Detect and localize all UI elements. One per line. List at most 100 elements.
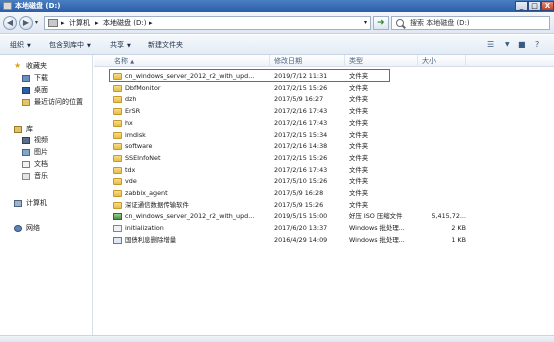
- chevron-down-icon: ▼: [27, 43, 31, 49]
- breadcrumb-drive-d[interactable]: 本地磁盘 (D:): [103, 19, 146, 28]
- command-toolbar: 组织 ▼ 包含到库中 ▼ 共享 ▼ 新建文件夹 ☰ ▼ ■ ?: [0, 35, 554, 55]
- nav-label: 图片: [34, 148, 48, 156]
- file-size: [422, 130, 466, 141]
- refresh-icon: ➜: [377, 18, 385, 28]
- refresh-button[interactable]: ➜: [373, 16, 389, 30]
- folder-row[interactable]: ErSR 2017/2/16 17:43 文件夹: [94, 106, 554, 117]
- folder-row[interactable]: software 2017/2/16 14:38 文件夹: [94, 141, 554, 152]
- breadcrumb-separator[interactable]: ▸: [149, 19, 153, 28]
- view-dropdown-icon[interactable]: ▼: [505, 39, 510, 51]
- search-input[interactable]: 搜索 本地磁盘 (D:): [410, 19, 470, 28]
- new-folder-button[interactable]: 新建文件夹: [148, 40, 183, 50]
- file-date-modified: 2017/5/10 15:26: [274, 177, 328, 186]
- batch-file-icon: [113, 225, 122, 233]
- include-in-library-label: 包含到库中: [49, 41, 84, 49]
- folder-icon: [113, 143, 122, 151]
- file-date-modified: 2017/5/9 15:26: [274, 200, 324, 209]
- breadcrumb-separator[interactable]: ▸: [95, 19, 99, 28]
- file-type: 文件夹: [349, 153, 369, 162]
- nav-label: 收藏夹: [26, 62, 47, 70]
- navigation-pane: ★ 收藏夹 下载 桌面 最近访问的位置 库 视频 图片 文档 音乐 计算机 网络: [0, 55, 93, 335]
- folder-row[interactable]: imdisk 2017/2/15 15:34 文件夹: [94, 130, 554, 141]
- folder-icon: [113, 201, 122, 209]
- music-library-icon: [22, 173, 30, 180]
- breadcrumb-separator[interactable]: ▸: [61, 19, 65, 28]
- folder-icon: [113, 73, 122, 80]
- file-date-modified: 2017/2/16 14:38: [274, 142, 328, 151]
- forward-button[interactable]: ▶: [19, 16, 33, 30]
- folder-icon: [113, 131, 122, 139]
- minimize-button[interactable]: _: [515, 1, 528, 11]
- sort-ascending-icon: ▲: [130, 59, 135, 65]
- folder-icon: [113, 190, 122, 197]
- maximize-button[interactable]: □: [528, 1, 541, 11]
- folder-row[interactable]: tdx 2017/2/16 17:43 文件夹: [94, 165, 554, 176]
- file-row[interactable]: 国债利息删除增量 2016/4/29 14:09 Windows 批处理... 1 K…: [94, 235, 554, 246]
- search-icon: [396, 19, 404, 27]
- file-type: 文件夹: [349, 165, 369, 174]
- file-date-modified: 2016/4/29 14:09: [274, 235, 328, 244]
- folder-row[interactable]: SSEInfoNet 2017/2/15 15:26 文件夹: [94, 153, 554, 164]
- file-name: cn_windows_server_2012_r2_with_upd...: [125, 72, 255, 80]
- file-size: 1 KB: [451, 235, 466, 244]
- batch-file-icon: [113, 236, 122, 244]
- help-icon[interactable]: ?: [535, 39, 539, 51]
- back-button[interactable]: ◀: [3, 16, 17, 30]
- column-header-name[interactable]: 名称 ▲: [94, 55, 270, 67]
- folder-row[interactable]: zabbix_agent 2017/5/9 16:28 文件夹: [94, 188, 554, 199]
- file-date-modified: 2019/5/15 15:00: [274, 212, 328, 221]
- share-label: 共享: [110, 41, 124, 49]
- computer-icon: [48, 19, 58, 27]
- folder-row[interactable]: DbfMonitor 2017/2/15 15:26 文件夹: [94, 83, 554, 94]
- folder-row[interactable]: hx 2017/2/16 17:43 文件夹: [94, 118, 554, 129]
- file-date-modified: 2017/2/16 17:43: [274, 107, 328, 116]
- file-type: 文件夹: [349, 142, 369, 151]
- address-bar[interactable]: ▸ 计算机 ▸ 本地磁盘 (D:) ▸ ▾: [44, 16, 371, 30]
- folder-icon: [113, 166, 122, 174]
- file-type: 文件夹: [349, 107, 369, 116]
- include-in-library-button[interactable]: 包含到库中 ▼: [49, 40, 91, 51]
- window-title: 本地磁盘 (D:): [15, 2, 61, 10]
- column-header-type[interactable]: 类型: [345, 55, 418, 67]
- address-dropdown-icon[interactable]: ▾: [364, 19, 367, 26]
- recent-pages-dropdown-icon[interactable]: ▾: [35, 19, 38, 26]
- folder-icon: [113, 84, 122, 92]
- file-size: [422, 106, 466, 117]
- downloads-folder-icon: [22, 75, 30, 82]
- preview-pane-icon[interactable]: ■: [518, 39, 526, 51]
- view-options-icon[interactable]: ☰: [487, 39, 494, 51]
- recent-places-icon: [22, 99, 30, 106]
- nav-label: 文档: [34, 160, 48, 168]
- close-button[interactable]: X: [541, 1, 554, 11]
- file-size: [422, 176, 466, 187]
- column-header-size[interactable]: 大小: [418, 55, 466, 67]
- breadcrumb-computer[interactable]: 计算机: [69, 19, 90, 28]
- folder-row[interactable]: dzh 2017/5/9 16:27 文件夹: [94, 94, 554, 105]
- desktop-icon: [22, 87, 30, 94]
- file-row[interactable]: initialization 2017/6/20 13:37 Windows 批处理…: [94, 223, 554, 234]
- folder-icon: [113, 108, 122, 116]
- file-size: 2 KB: [451, 224, 466, 233]
- file-type: Windows 批处理...: [349, 224, 405, 233]
- file-size: [422, 118, 466, 129]
- file-name: software: [125, 142, 153, 151]
- column-header-name-label: 名称: [114, 57, 128, 65]
- file-date-modified: 2017/2/15 15:34: [274, 130, 328, 139]
- folder-row[interactable]: vde 2017/5/10 15:26 文件夹: [94, 176, 554, 187]
- computer-icon: [14, 200, 22, 207]
- pictures-library-icon: [22, 149, 30, 156]
- documents-library-icon: [22, 161, 30, 168]
- search-box[interactable]: 搜索 本地磁盘 (D:): [391, 16, 550, 30]
- file-name: initialization: [125, 224, 164, 233]
- folder-row[interactable]: 深证通信数据传输软件 2017/5/9 15:26 文件夹: [94, 200, 554, 211]
- column-header-date[interactable]: 修改日期: [270, 55, 345, 67]
- organize-button[interactable]: 组织 ▼: [10, 40, 31, 51]
- file-date-modified: 2017/2/15 15:26: [274, 83, 328, 92]
- file-row[interactable]: cn_windows_server_2012_r2_with_upd... 201…: [94, 211, 554, 222]
- file-size: [422, 165, 466, 176]
- share-button[interactable]: 共享 ▼: [110, 40, 131, 51]
- file-name: 国债利息删除增量: [125, 235, 177, 244]
- library-icon: [14, 126, 22, 133]
- column-header-row: 名称 ▲ 修改日期 类型 大小: [94, 55, 554, 67]
- folder-row[interactable]: cn_windows_server_2012_r2_with_upd... 201…: [94, 71, 554, 82]
